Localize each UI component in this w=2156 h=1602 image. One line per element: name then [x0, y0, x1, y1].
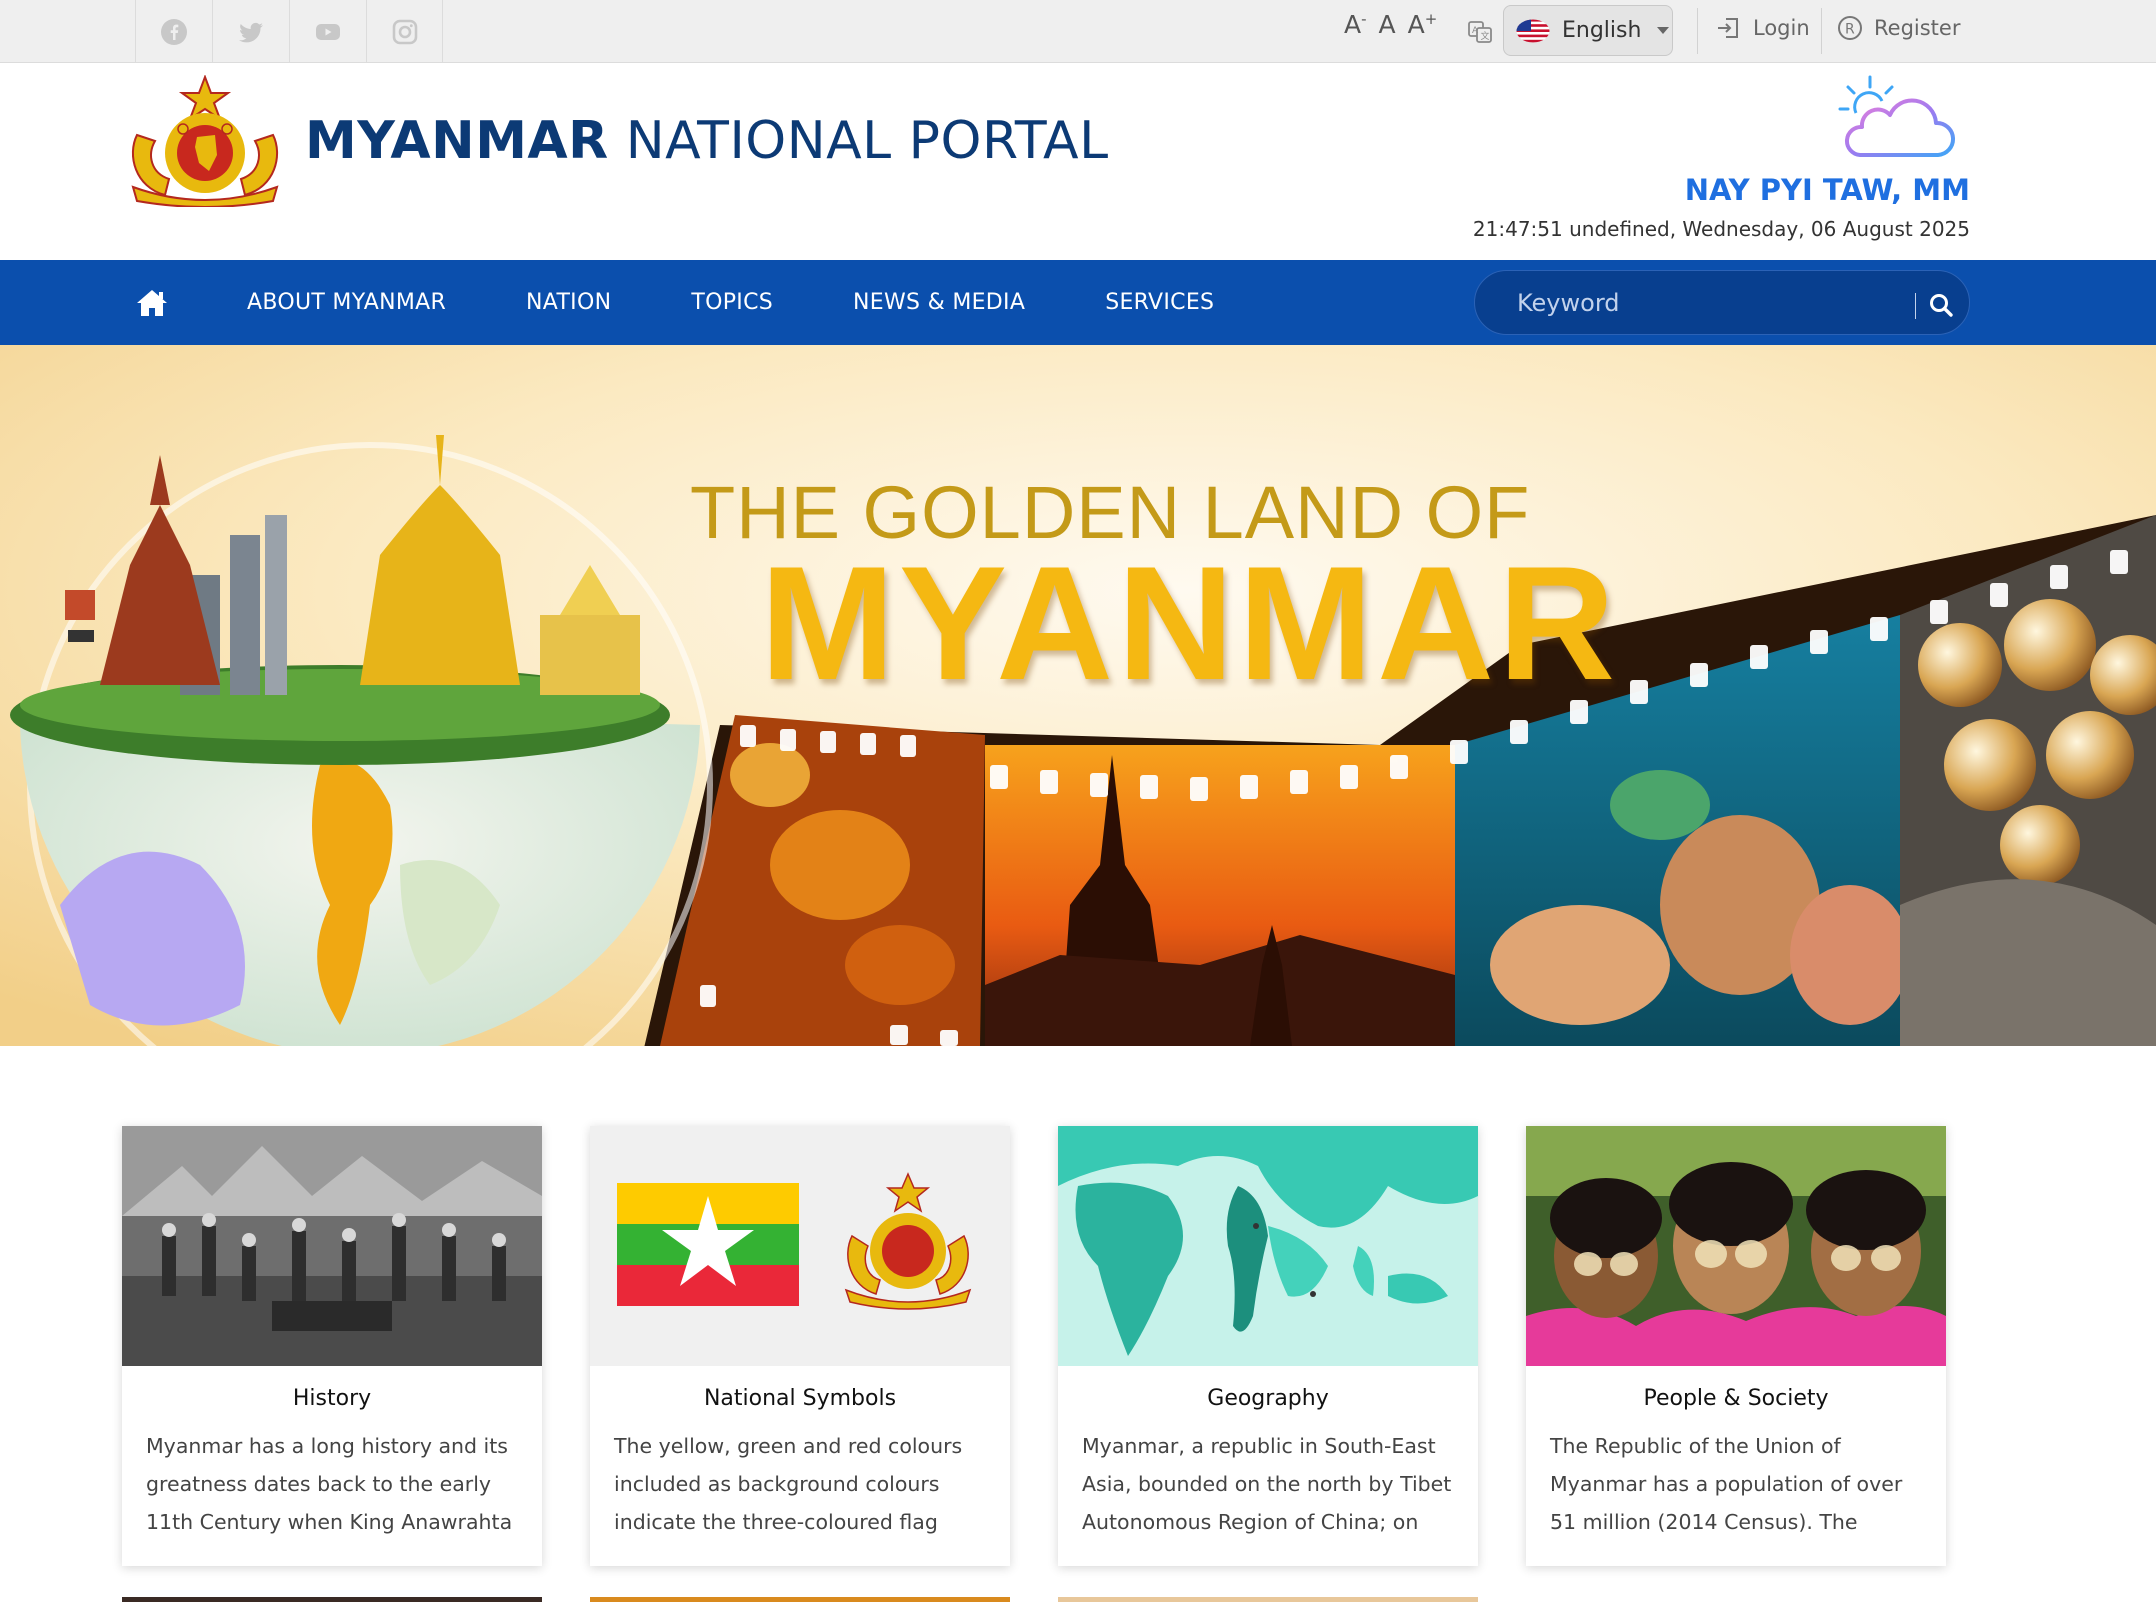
- login-label: Login: [1753, 16, 1810, 40]
- card-people-society[interactable]: People & Society The Republic of the Uni…: [1526, 1126, 1946, 1566]
- search-box: [1474, 270, 1970, 335]
- card-title: People & Society: [1643, 1386, 1829, 1411]
- top-utility-bar: A- A A+ A 文 English Login R Register: [0, 0, 2156, 63]
- svg-text:文: 文: [1481, 30, 1490, 42]
- history-image: [122, 1126, 542, 1366]
- card-title: National Symbols: [703, 1386, 897, 1411]
- national-symbols-photo: [590, 1126, 1010, 1366]
- card-geography[interactable]: Geography Myanmar, a republic in South-E…: [1058, 1126, 1478, 1566]
- registered-icon: R: [1838, 16, 1862, 40]
- topic-cards-row-2: [122, 1597, 1478, 1602]
- topic-cards: History Myanmar has a long history and i…: [122, 1126, 1946, 1566]
- register-link[interactable]: R Register: [1836, 14, 1960, 42]
- nav-item-nation[interactable]: NATION: [526, 290, 611, 315]
- facebook-link[interactable]: [135, 0, 212, 63]
- instagram-icon: [392, 19, 417, 44]
- card-row2-2[interactable]: [590, 1597, 1010, 1602]
- card-excerpt: Myanmar has a long history and its great…: [146, 1434, 513, 1534]
- nav-menu: ABOUT MYANMAR NATION TOPICS NEWS & MEDIA…: [134, 260, 1294, 345]
- people-society-photo: [1526, 1126, 1946, 1366]
- login-link[interactable]: Login: [1715, 14, 1810, 42]
- state-emblem-logo[interactable]: [125, 75, 285, 207]
- history-photo: [122, 1126, 542, 1366]
- card-excerpt: The yellow, green and red colours includ…: [614, 1434, 963, 1534]
- twitter-link[interactable]: [212, 0, 289, 63]
- font-decrease-button[interactable]: A-: [1344, 10, 1367, 39]
- main-navigation: ABOUT MYANMAR NATION TOPICS NEWS & MEDIA…: [0, 260, 2156, 345]
- us-flag-icon: [1516, 19, 1550, 42]
- language-select[interactable]: English: [1503, 5, 1673, 56]
- current-datetime: 21:47:51 undefined, Wednesday, 06 August…: [1472, 217, 1970, 241]
- chevron-down-icon: [1657, 27, 1670, 34]
- portal-title-rest: NATIONAL PORTAL: [625, 111, 1109, 171]
- search-icon[interactable]: [1927, 291, 1955, 319]
- national-symbols-image: [590, 1126, 1010, 1366]
- nav-item-topics[interactable]: TOPICS: [691, 290, 773, 315]
- card-title: History: [292, 1386, 372, 1411]
- card-row2-1[interactable]: [122, 1597, 542, 1602]
- divider: [1697, 8, 1698, 54]
- language-label: English: [1562, 18, 1642, 43]
- font-increase-button[interactable]: A+: [1408, 10, 1438, 39]
- search-input[interactable]: [1517, 285, 1877, 321]
- nav-item-about-myanmar[interactable]: ABOUT MYANMAR: [247, 290, 446, 315]
- card-history[interactable]: History Myanmar has a long history and i…: [122, 1126, 542, 1566]
- nav-item-services[interactable]: SERVICES: [1105, 290, 1214, 315]
- card-excerpt: Myanmar, a republic in South-East Asia, …: [1082, 1434, 1452, 1534]
- card-excerpt: The Republic of the Union of Myanmar has…: [1550, 1434, 1903, 1534]
- divider: [1821, 8, 1822, 54]
- social-links: [135, 0, 443, 63]
- home-icon[interactable]: [134, 285, 170, 321]
- partly-cloudy-icon: [1838, 75, 1955, 157]
- search-divider: [1915, 293, 1916, 319]
- translate-icon: A 文: [1468, 21, 1492, 43]
- login-icon: [1718, 18, 1738, 38]
- svg-text:R: R: [1845, 22, 1855, 38]
- geography-image: [1058, 1126, 1478, 1366]
- card-row2-3[interactable]: [1058, 1597, 1478, 1602]
- card-national-symbols[interactable]: National Symbols The yellow, green and r…: [590, 1126, 1010, 1566]
- portal-title-strong: MYANMAR: [305, 111, 609, 171]
- hero-headline-line2: MYANMAR: [760, 533, 1620, 714]
- geography-map: [1058, 1126, 1478, 1366]
- site-header: MYANMAR NATIONAL PORTAL NAY PYI TAW, MM …: [0, 63, 2156, 260]
- twitter-icon: [239, 22, 263, 42]
- hero-banner[interactable]: THE GOLDEN LAND OF MYANMAR: [0, 345, 2156, 1046]
- youtube-icon: [316, 23, 340, 40]
- portal-title[interactable]: MYANMAR NATIONAL PORTAL: [305, 111, 1109, 171]
- facebook-icon: [161, 18, 187, 45]
- people-society-image: [1526, 1126, 1946, 1366]
- svg-text:A: A: [1472, 26, 1479, 36]
- card-title: Geography: [1207, 1386, 1329, 1411]
- register-label: Register: [1874, 16, 1961, 40]
- font-normal-button[interactable]: A: [1379, 10, 1396, 39]
- nav-item-news-media[interactable]: NEWS & MEDIA: [853, 290, 1025, 315]
- youtube-link[interactable]: [289, 0, 366, 63]
- weather-city: NAY PYI TAW, MM: [1684, 173, 1970, 207]
- font-size-controls: A- A A+: [1344, 10, 1437, 39]
- instagram-link[interactable]: [366, 0, 443, 63]
